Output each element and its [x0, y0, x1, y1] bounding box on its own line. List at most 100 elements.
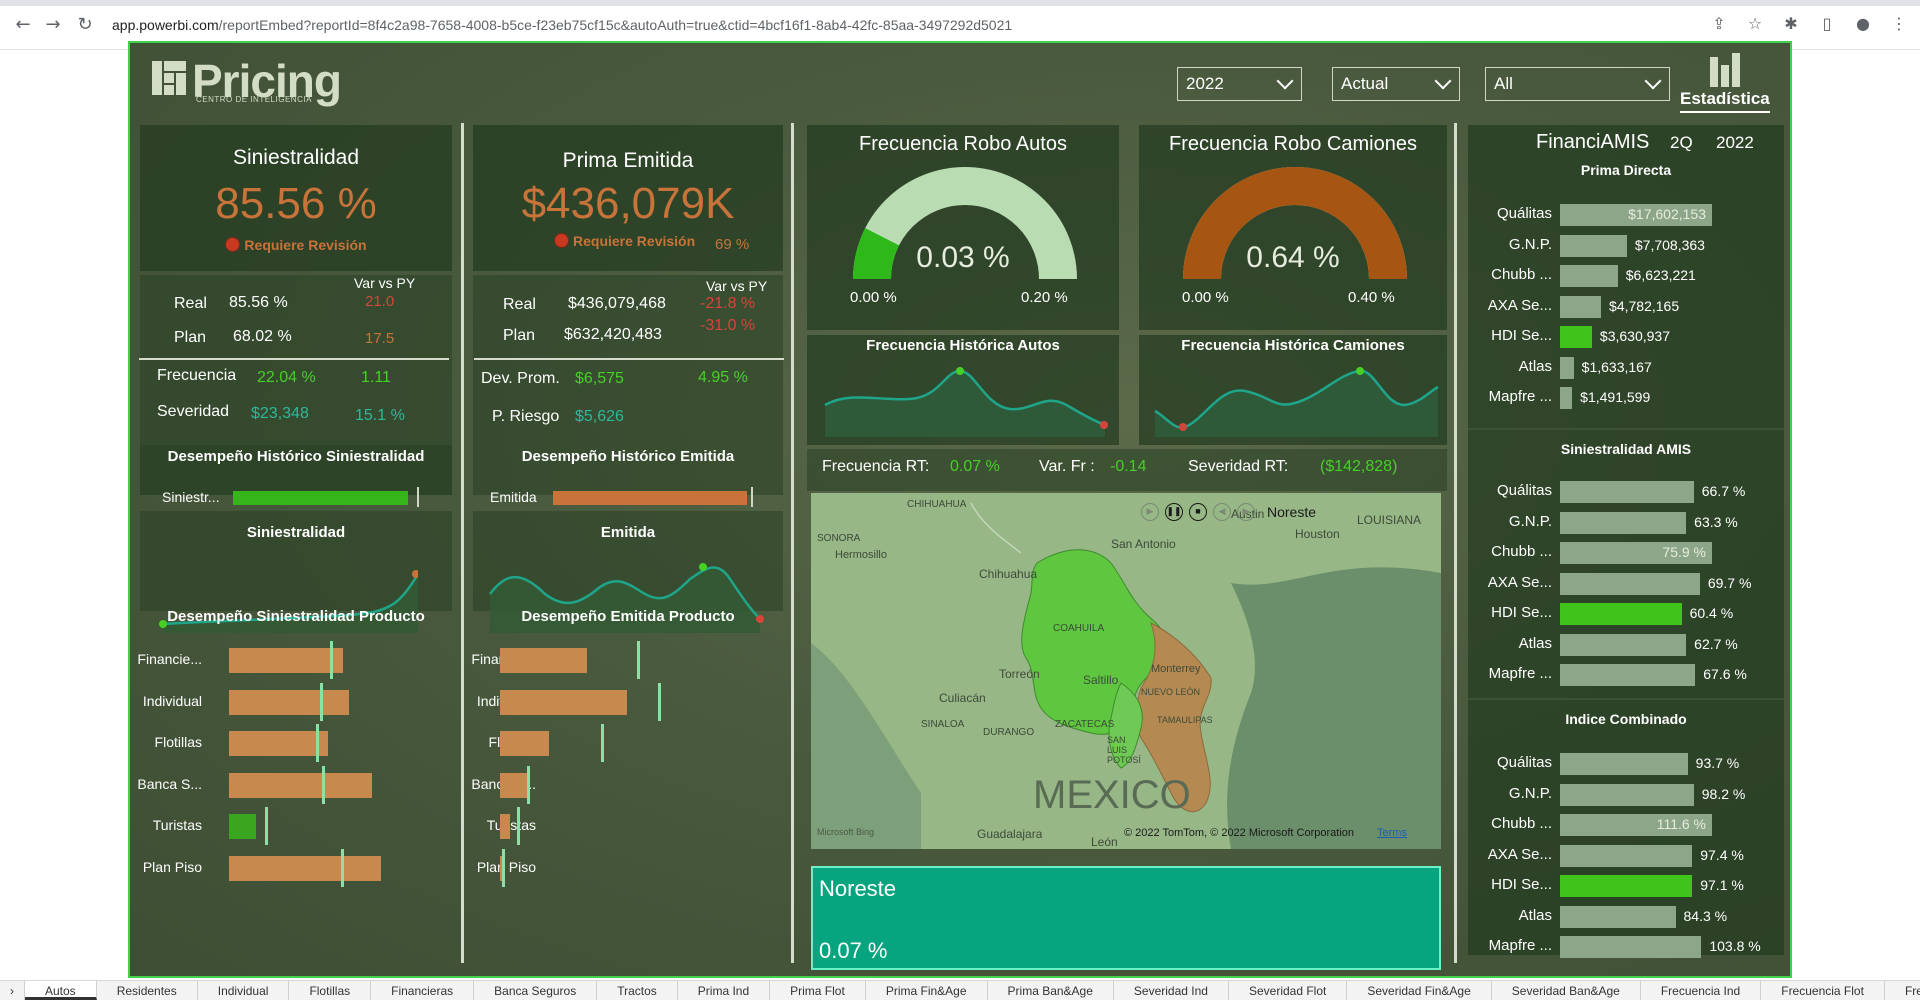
page-tab[interactable]: Banca Seguros — [474, 981, 598, 1000]
historica-autos-chart — [824, 367, 1108, 437]
page-tab[interactable]: Severidad Fin&Age — [1347, 981, 1492, 1000]
forward-icon[interactable]: → — [42, 14, 64, 36]
page-tab[interactable]: Tractos — [597, 981, 678, 1000]
var-fr-value: -0.14 — [1110, 458, 1147, 475]
producto-label: Banca S... — [137, 775, 202, 792]
stop-icon[interactable]: ■ — [1189, 503, 1207, 521]
map-label: LOUISIANA — [1357, 513, 1422, 527]
amis-label: Quálitas — [1496, 205, 1552, 222]
amis-label: Mapfre ... — [1488, 937, 1552, 954]
financiamis-title: FinanciAMIS — [1536, 131, 1650, 153]
producto-label: Financie... — [137, 651, 202, 667]
amis-bar — [1560, 572, 1700, 595]
producto-target — [265, 807, 269, 845]
tabs-scroll-icon[interactable]: › — [0, 981, 25, 1000]
amis-value: $4,782,165 — [1609, 297, 1680, 314]
prima-status-text: Requiere Revisión — [573, 233, 696, 249]
page-tab[interactable]: Frecu — [1885, 981, 1920, 1000]
producto-target — [501, 848, 505, 887]
year-slicer-value: 2022 — [1186, 74, 1224, 93]
producto-bar — [500, 648, 588, 673]
separator — [461, 123, 464, 963]
producto-target — [322, 765, 326, 804]
producto-bar — [500, 772, 527, 798]
page-tab[interactable]: Financieras — [371, 981, 475, 1000]
var-fr-label: Var. Fr : — [1039, 458, 1095, 475]
page-tab[interactable]: Frecuencia Ind — [1641, 981, 1762, 1000]
page-tab[interactable]: Prima Flot — [770, 981, 866, 1000]
next-icon[interactable]: ▶ — [1237, 503, 1255, 521]
producto-bar — [229, 648, 343, 673]
desempeno-prima-bar — [553, 491, 753, 505]
amis-value: 98.2 % — [1701, 785, 1746, 802]
prima-producto-title: Desempeño Emitida Producto — [521, 608, 735, 625]
previous-icon[interactable]: ◀ — [1213, 503, 1231, 521]
amis-value: 69.7 % — [1707, 574, 1752, 591]
amis-label: Quálitas — [1496, 482, 1552, 499]
menu-icon[interactable]: ⋮ — [1888, 13, 1910, 35]
sidepanel-icon[interactable]: ▯ — [1816, 13, 1838, 35]
devprom-var: 4.95 % — [698, 369, 748, 386]
robo-camiones-value: 0.64 % — [1246, 241, 1340, 274]
page-tab[interactable]: Flotillas — [289, 981, 372, 1000]
chevron-down-icon — [1644, 72, 1662, 90]
page-tab[interactable]: Severidad Flot — [1229, 981, 1348, 1000]
map-label: TAMAULIPAS — [1157, 715, 1213, 725]
star-icon[interactable]: ☆ — [1744, 13, 1766, 35]
amis-label: AXA Se... — [1487, 296, 1552, 314]
page-tab[interactable]: Residentes — [97, 981, 198, 1000]
pause-icon[interactable]: ❚❚ — [1165, 503, 1183, 521]
scenario-slicer[interactable]: Actual — [1332, 67, 1460, 101]
robo-autos-min: 0.00 % — [850, 289, 897, 306]
extensions-icon[interactable]: ✱ — [1780, 13, 1802, 35]
producto-label: Plan Piso — [142, 858, 202, 875]
producto-bar — [229, 855, 381, 881]
back-icon[interactable]: ← — [12, 14, 34, 36]
separator — [474, 358, 784, 360]
page-tab[interactable]: Frecuencia Flot — [1761, 981, 1885, 1000]
report-canvas: Pricing CENTRO DE INTELIGENCIA 2022 Actu… — [128, 41, 1792, 978]
map-label: COAHUILA — [1053, 623, 1105, 634]
trend-max-point — [699, 563, 707, 571]
producto-target — [526, 765, 530, 804]
robo-autos-title: Frecuencia Robo Autos — [859, 133, 1067, 155]
address-bar[interactable]: app.powerbi.com/reportEmbed?reportId=8f4… — [112, 12, 1712, 38]
severidad-value: $23,348 — [251, 405, 309, 422]
year-slicer[interactable]: 2022 — [1177, 67, 1302, 101]
region-map[interactable]: CHIHUAHUA SONORA Hermosillo Chihuahua Sa… — [811, 493, 1441, 849]
amis-value: 103.8 % — [1709, 938, 1761, 954]
page-tab[interactable]: Severidad Ban&Age — [1492, 981, 1641, 1000]
map-terms-link[interactable]: Terms — [1377, 827, 1407, 839]
page-tab[interactable]: Individual — [198, 981, 290, 1000]
reload-icon[interactable]: ↻ — [74, 14, 96, 36]
prima-trend-title: Emitida — [600, 524, 656, 541]
share-icon[interactable]: ⇪ — [1708, 13, 1730, 35]
var-header: Var vs PY — [706, 278, 768, 294]
separator — [1454, 123, 1457, 963]
page-tab[interactable]: Autos — [25, 981, 97, 1000]
play-icon[interactable]: ▶ — [1141, 503, 1159, 521]
producto-target — [517, 807, 521, 845]
amis-value: 63.3 % — [1694, 513, 1738, 530]
producto-target — [329, 641, 333, 679]
region-slicer[interactable]: All — [1485, 67, 1670, 101]
prima-directa-title: Prima Directa — [1580, 162, 1672, 178]
amis-bar — [1560, 936, 1702, 958]
page-tab[interactable]: Prima Ban&Age — [988, 981, 1114, 1000]
amis-label: Mapfre ... — [1488, 388, 1552, 405]
page-tab[interactable]: Severidad Ind — [1114, 981, 1229, 1000]
chevron-down-icon — [1434, 72, 1452, 90]
amis-bar — [1560, 326, 1592, 348]
amis-value: 75.9 % — [1662, 544, 1706, 560]
amis-bar — [1560, 295, 1602, 318]
amis-value: 111.6 % — [1656, 816, 1706, 832]
separator — [1468, 428, 1784, 430]
amis-value: 84.3 % — [1683, 907, 1728, 924]
page-tab[interactable]: Prima Fin&Age — [866, 981, 988, 1000]
amis-value: 97.1 % — [1700, 877, 1744, 893]
amis-bar — [1560, 875, 1693, 897]
map-label: ZACATECAS — [1055, 719, 1115, 730]
page-tab[interactable]: Prima Ind — [678, 981, 771, 1000]
profile-icon[interactable]: ● — [1852, 13, 1874, 35]
amis-label: Chubb ... — [1491, 815, 1552, 832]
